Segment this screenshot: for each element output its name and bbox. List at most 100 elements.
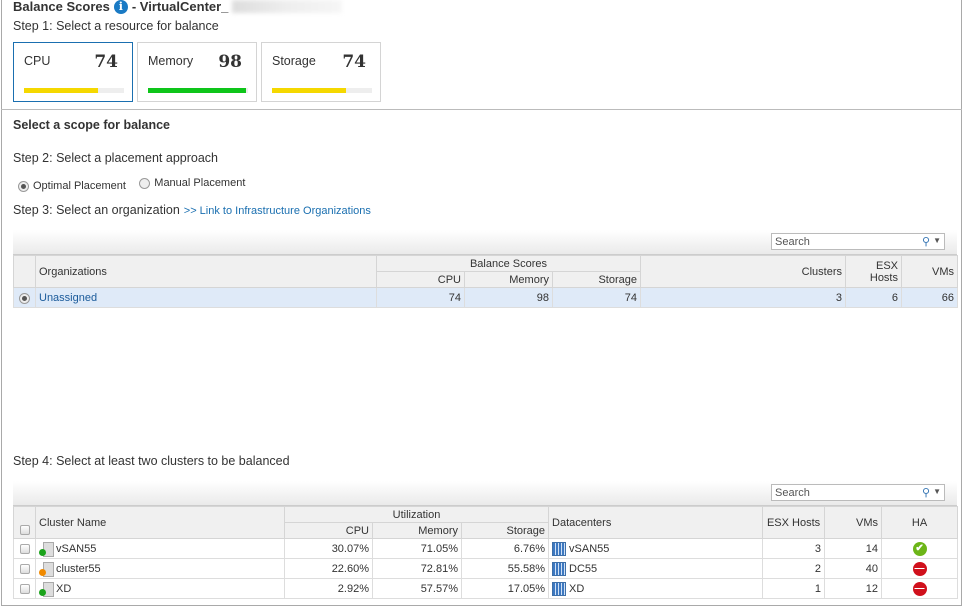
search-placeholder: Search <box>775 236 810 248</box>
col-group-balance-scores: Balance Scores <box>376 255 641 272</box>
col-memory[interactable]: Memory <box>372 522 462 539</box>
page-title: Balance Scores i - VirtualCenter_ <box>13 0 343 14</box>
cpu-score: 74 <box>376 287 465 308</box>
radio-icon[interactable] <box>18 180 29 192</box>
storage-util: 55.58% <box>460 558 550 579</box>
scope-title: Select a scope for balance <box>13 118 171 132</box>
col-cpu[interactable]: CPU <box>376 271 465 288</box>
col-cluster-name[interactable]: Cluster Name <box>35 506 285 539</box>
table-row[interactable]: Unassigned 74 98 74 3 6 66 <box>13 287 958 308</box>
step1-label: Step 1: Select a resource for balance <box>13 19 219 33</box>
cluster-icon <box>39 581 54 597</box>
col-datacenters[interactable]: Datacenters <box>548 506 764 539</box>
radio-icon[interactable] <box>139 177 151 189</box>
score-bar <box>24 88 124 93</box>
cluster-search-input[interactable]: Search ⚲ ▼ <box>771 484 945 501</box>
step3-label: Step 3: Select an organization <box>13 203 180 217</box>
col-esx-hosts[interactable]: ESX Hosts <box>845 255 902 288</box>
col-vms[interactable]: VMs <box>901 255 958 288</box>
search-placeholder: Search <box>775 487 810 499</box>
org-toolbar: Search ⚲ ▼ <box>13 230 957 255</box>
memory-util: 71.05% <box>372 538 462 559</box>
storage-score: 74 <box>552 287 641 308</box>
cpu-util: 22.60% <box>284 558 373 579</box>
ha-disabled-icon: — <box>912 581 927 596</box>
vms-count: 40 <box>824 558 883 579</box>
vms-count: 14 <box>824 538 883 559</box>
cluster-name: XD <box>56 582 72 595</box>
col-storage[interactable]: Storage <box>552 271 641 288</box>
vms-count: 12 <box>824 578 883 599</box>
vms-count: 66 <box>901 287 958 308</box>
chevron-down-icon[interactable]: ▼ <box>933 236 941 245</box>
resource-card-storage[interactable]: Storage 74 <box>261 42 381 102</box>
card-score: 74 <box>342 52 366 72</box>
col-group-utilization: Utilization <box>283 506 550 523</box>
cluster-icon <box>39 541 54 557</box>
cpu-util: 30.07% <box>284 538 373 559</box>
search-icon[interactable]: ⚲ <box>922 486 930 499</box>
cluster-toolbar: Search ⚲ ▼ <box>13 481 957 506</box>
card-score: 98 <box>218 52 242 72</box>
title-text: Balance Scores <box>13 0 110 14</box>
col-vms[interactable]: VMs <box>824 506 883 539</box>
step4-label: Step 4: Select at least two clusters to … <box>13 454 290 468</box>
radio-optimal-placement[interactable]: Optimal Placement <box>18 180 126 192</box>
row-checkbox[interactable] <box>19 563 30 574</box>
infrastructure-organizations-link[interactable]: >> Link to Infrastructure Organizations <box>184 205 371 217</box>
score-bar <box>272 88 372 93</box>
radio-label: Optimal Placement <box>33 180 126 192</box>
card-score: 74 <box>94 52 118 72</box>
cluster-name: cluster55 <box>56 562 101 575</box>
card-label: Memory <box>148 54 194 68</box>
cluster-name: vSAN55 <box>56 542 97 555</box>
resource-card-cpu[interactable]: CPU 74 <box>13 42 133 102</box>
table-row[interactable]: XD 2.92% 57.57% 17.05% XD 1 12 — <box>13 578 959 599</box>
hosts-count: 6 <box>845 287 902 308</box>
cluster-icon <box>39 561 54 577</box>
memory-util: 72.81% <box>372 558 462 579</box>
storage-util: 6.76% <box>460 538 550 559</box>
col-clusters[interactable]: Clusters <box>640 255 846 288</box>
resource-card-memory[interactable]: Memory 98 <box>137 42 257 102</box>
datacenter-name: DC55 <box>569 562 598 575</box>
chevron-down-icon[interactable]: ▼ <box>933 487 941 496</box>
clusters-count: 3 <box>640 287 846 308</box>
card-label: CPU <box>24 54 51 68</box>
hosts-count: 2 <box>762 558 826 579</box>
datacenter-icon <box>552 561 567 576</box>
row-checkbox[interactable] <box>19 583 30 594</box>
col-organizations[interactable]: Organizations <box>35 255 377 288</box>
virtualcenter-name: - VirtualCenter_ <box>131 0 229 14</box>
hosts-count: 3 <box>762 538 826 559</box>
redacted-name <box>232 0 343 13</box>
step2-label: Step 2: Select a placement approach <box>13 151 218 165</box>
row-radio[interactable] <box>19 292 30 304</box>
datacenter-icon <box>552 541 567 556</box>
table-row[interactable]: cluster55 22.60% 72.81% 55.58% DC55 2 40… <box>13 558 959 579</box>
memory-util: 57.57% <box>372 578 462 599</box>
ha-disabled-icon: — <box>912 561 927 576</box>
info-icon[interactable]: i <box>113 0 128 14</box>
memory-score: 98 <box>464 287 553 308</box>
card-label: Storage <box>272 54 316 68</box>
divider <box>1 109 962 110</box>
select-all-checkbox[interactable] <box>19 525 30 536</box>
row-checkbox[interactable] <box>19 543 30 554</box>
col-cpu[interactable]: CPU <box>284 522 373 539</box>
radio-manual-placement[interactable]: Manual Placement <box>139 177 245 189</box>
datacenter-icon <box>552 581 567 596</box>
org-search-input[interactable]: Search ⚲ ▼ <box>771 233 945 250</box>
table-row[interactable]: vSAN55 30.07% 71.05% 6.76% vSAN55 3 14 ✔ <box>13 538 959 559</box>
score-bar <box>148 88 248 93</box>
col-memory[interactable]: Memory <box>464 271 553 288</box>
col-esx-hosts[interactable]: ESX Hosts <box>762 506 826 539</box>
col-storage[interactable]: Storage <box>460 522 550 539</box>
radio-label: Manual Placement <box>154 177 246 189</box>
ha-enabled-check-icon: ✔ <box>912 541 927 556</box>
cpu-util: 2.92% <box>284 578 373 599</box>
search-icon[interactable]: ⚲ <box>922 235 930 248</box>
select-column-header <box>13 255 36 288</box>
col-ha[interactable]: HA <box>881 506 959 539</box>
organizations-table: Organizations Balance Scores Clusters ESX H… <box>13 255 958 308</box>
